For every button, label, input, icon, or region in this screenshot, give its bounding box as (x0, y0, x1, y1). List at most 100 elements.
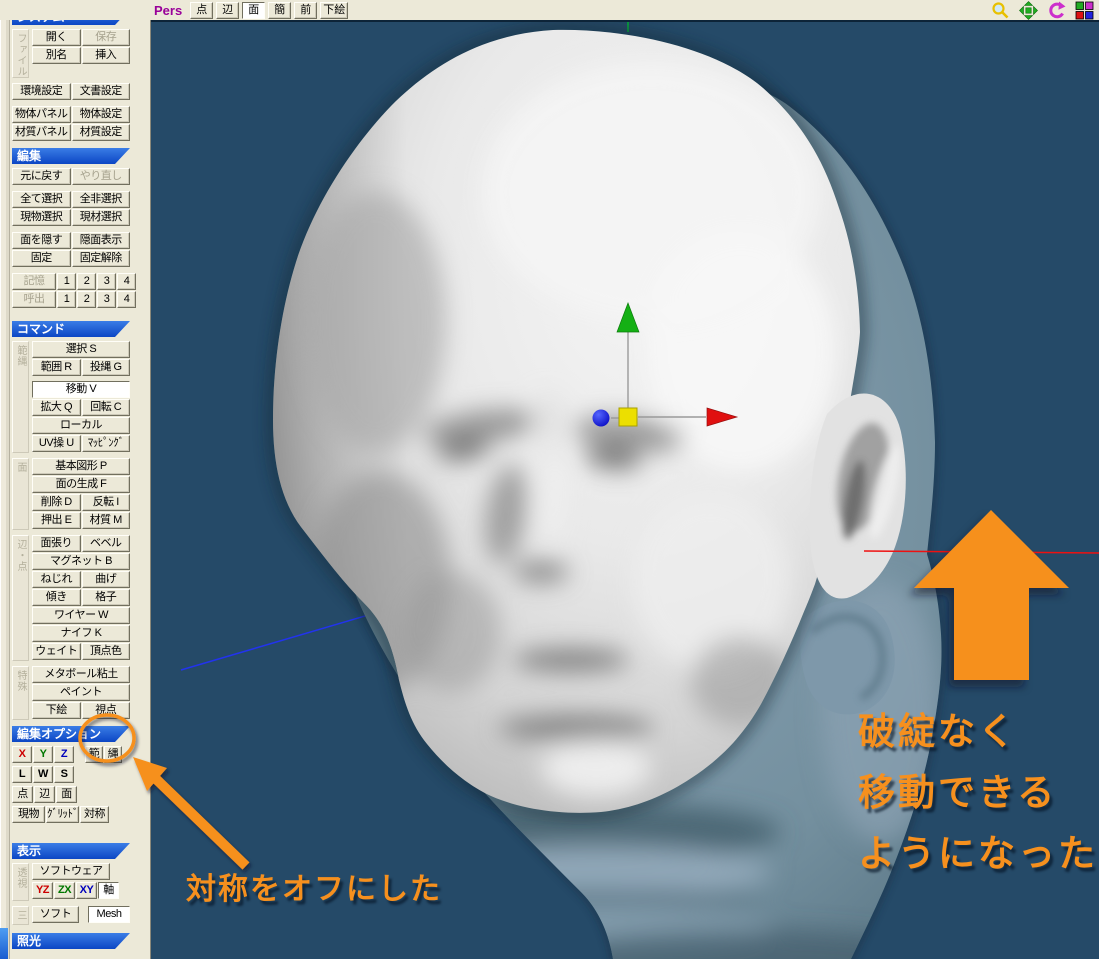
sidebar-button[interactable]: 環境設定 (12, 83, 71, 100)
sidebar-button[interactable]: 物体パネル (12, 106, 71, 123)
section-header-command[interactable]: コマンド (12, 321, 130, 337)
sidebar-button[interactable]: 隠面表示 (71, 232, 130, 249)
sidebar-button[interactable]: 曲げ (81, 571, 130, 588)
view-layout-icon[interactable] (1075, 1, 1094, 20)
sidebar-button[interactable]: 範 (85, 746, 103, 763)
sidebar-button[interactable]: ウェイト (32, 643, 81, 660)
sidebar-button[interactable]: 面の生成 F (32, 476, 130, 493)
sidebar-button[interactable]: 反転 I (81, 494, 130, 511)
sidebar-button[interactable]: 文書設定 (71, 83, 130, 100)
sidebar-button[interactable]: 4 (117, 273, 136, 290)
sidebar-button[interactable]: Y (33, 746, 53, 763)
sidebar-button[interactable]: ねじれ (32, 571, 81, 588)
section-header-edit[interactable]: 編集 (12, 148, 130, 164)
sidebar-button[interactable]: 別名 (32, 47, 81, 64)
sidebar-button[interactable]: UV操 U (32, 435, 81, 452)
sidebar-button[interactable]: ソフトウェア (32, 863, 110, 880)
sidebar-button[interactable]: ソフト (32, 906, 79, 923)
view-toggle-button[interactable]: 前 (294, 1, 318, 19)
gizmo-center-handle[interactable] (618, 407, 638, 427)
sidebar-button[interactable]: 対称 (80, 806, 109, 823)
pan-icon[interactable] (1019, 1, 1038, 20)
button-group: X Y Z 範縄 L W S 点辺面現物 ｸﾞﾘｯﾄﾞ 対称 (12, 746, 130, 826)
sidebar-button[interactable]: ﾏｯﾋﾟﾝｸﾞ (81, 435, 130, 452)
sidebar-button[interactable]: Mesh (88, 906, 130, 923)
sidebar-button[interactable]: 格子 (81, 589, 130, 606)
sidebar-button[interactable]: 回転 C (81, 399, 130, 416)
sidebar-button[interactable]: S (54, 766, 74, 783)
sidebar-button[interactable]: 投縄 G (81, 359, 130, 376)
sidebar-button[interactable]: ワイヤー W (32, 607, 130, 624)
sidebar-button[interactable]: 傾き (32, 589, 81, 606)
sidebar-button[interactable]: 辺 (34, 786, 55, 803)
sidebar-button[interactable]: 視点 (81, 702, 130, 719)
sidebar-button[interactable]: 4 (117, 291, 136, 308)
sidebar-button[interactable]: 頂点色 (81, 643, 130, 660)
sidebar-button[interactable]: 面 (56, 786, 77, 803)
gizmo-z-handle[interactable] (592, 409, 610, 427)
section-header-lighting[interactable]: 照光 (12, 933, 130, 949)
sidebar-button[interactable]: 選択 S (32, 341, 130, 358)
sidebar-button[interactable]: Z (54, 746, 74, 763)
sidebar-button[interactable]: 全て選択 (12, 191, 71, 208)
sidebar-button[interactable]: 削除 D (32, 494, 81, 511)
sidebar-button[interactable]: 現物選択 (12, 209, 71, 226)
sidebar-button[interactable]: ベベル (81, 535, 130, 552)
sidebar-button[interactable]: 軸 (98, 882, 119, 899)
sidebar-button[interactable]: ナイフ K (32, 625, 130, 642)
panel-rail[interactable] (0, 0, 10, 959)
sidebar-button[interactable]: 材質設定 (71, 124, 130, 141)
sidebar-button[interactable]: 現物 (12, 806, 45, 823)
view-toggle-button[interactable]: 下絵 (320, 1, 349, 19)
sidebar-button[interactable]: 現材選択 (71, 209, 130, 226)
button-row: 材質パネル 材質設定 (12, 124, 130, 141)
sidebar-button[interactable]: ZX (54, 882, 75, 899)
rotate-icon[interactable] (1047, 1, 1066, 20)
sidebar-button[interactable]: 点 (12, 786, 33, 803)
sidebar-button[interactable]: 材質 M (81, 512, 130, 529)
sidebar-button[interactable]: 縄 (104, 746, 122, 763)
sidebar-button[interactable]: 物体設定 (71, 106, 130, 123)
sidebar-button[interactable]: 固定解除 (71, 250, 130, 267)
sidebar-button[interactable]: 3 (97, 291, 116, 308)
sidebar-button[interactable]: 面を隠す (12, 232, 71, 249)
sidebar-button[interactable]: ローカル (32, 417, 130, 434)
sidebar-button[interactable]: 押出 E (32, 512, 81, 529)
sidebar-button[interactable]: 1 (57, 291, 76, 308)
sidebar-button[interactable]: L (12, 766, 32, 783)
view-toggle-button[interactable]: 面 (242, 1, 266, 19)
view-toggle-button[interactable]: 簡 (268, 1, 292, 19)
section-edit-options: 編集オプション X Y Z 範縄 L W S 点辺面現物 ｸﾞﾘｯﾄﾞ 対称 (12, 726, 130, 826)
sidebar-button[interactable]: 拡大 Q (32, 399, 81, 416)
sidebar-button[interactable]: 3 (97, 273, 116, 290)
zoom-icon[interactable] (991, 1, 1010, 20)
sidebar-button[interactable]: X (12, 746, 32, 763)
sidebar-button[interactable]: 全非選択 (71, 191, 130, 208)
sidebar-button[interactable]: 基本図形 P (32, 458, 130, 475)
sidebar-button[interactable]: ペイント (32, 684, 130, 701)
sidebar-button[interactable]: 1 (57, 273, 76, 290)
view-toggle-button[interactable]: 点 (190, 1, 214, 19)
sidebar-button[interactable]: 材質パネル (12, 124, 71, 141)
sidebar-button[interactable]: 挿入 (81, 47, 130, 64)
section-header-display[interactable]: 表示 (12, 843, 130, 859)
sidebar-button[interactable]: メタボール粘土 (32, 666, 130, 683)
sidebar-button[interactable]: YZ (32, 882, 53, 899)
sidebar-button[interactable]: 開く (32, 29, 81, 46)
section-header-edit-options[interactable]: 編集オプション (12, 726, 130, 742)
sidebar-button[interactable]: ｸﾞﾘｯﾄﾞ (46, 806, 79, 823)
sidebar-button[interactable]: 2 (77, 273, 96, 290)
view-toggle-button[interactable]: 辺 (216, 1, 240, 19)
sidebar-button[interactable]: 移動 V (32, 381, 130, 398)
sidebar-button[interactable]: 範囲 R (32, 359, 81, 376)
view-mode-label[interactable]: Pers (154, 3, 182, 18)
sidebar-button[interactable]: 固定 (12, 250, 71, 267)
sidebar-button[interactable]: W (33, 766, 53, 783)
sidebar-button[interactable]: 2 (77, 291, 96, 308)
sidebar-button[interactable]: 面張り (32, 535, 81, 552)
sidebar-button[interactable]: マグネット B (32, 553, 130, 570)
sidebar-button[interactable]: 元に戻す (12, 168, 71, 185)
sidebar-button[interactable]: XY (76, 882, 97, 899)
sidebar-button[interactable]: 下絵 (32, 702, 81, 719)
button-row: 環境設定 文書設定 (12, 83, 130, 100)
